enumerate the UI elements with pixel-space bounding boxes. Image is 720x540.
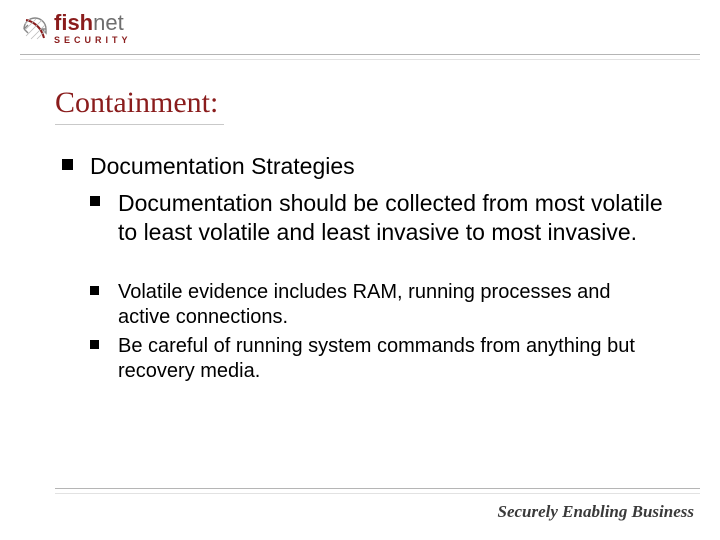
bullet-level2-text: Documentation should be collected from m… xyxy=(118,190,663,245)
bullet-level1-text: Documentation Strategies xyxy=(90,153,355,179)
slide: fishnet SECURITY Containment: Documentat… xyxy=(0,0,720,540)
bullet-level2-text: Volatile evidence includes RAM, running … xyxy=(118,281,611,328)
bullet-level2: Be careful of running system commands fr… xyxy=(90,334,665,384)
logo-subtext: SECURITY xyxy=(54,36,132,45)
footer-divider xyxy=(55,488,700,494)
bullet-level1: Documentation Strategies Documentation s… xyxy=(62,152,665,384)
logo-brand-suffix: net xyxy=(93,10,124,35)
bullet-level2: Documentation should be collected from m… xyxy=(90,189,665,247)
slide-body: Documentation Strategies Documentation s… xyxy=(62,152,665,390)
header-divider xyxy=(20,54,700,60)
fishnet-logo-icon xyxy=(20,14,50,44)
logo-text: fishnet SECURITY xyxy=(54,12,132,45)
logo: fishnet SECURITY xyxy=(20,12,132,45)
slide-title: Containment: xyxy=(55,86,224,125)
logo-brand-prefix: fish xyxy=(54,10,93,35)
footer-tagline: Securely Enabling Business xyxy=(498,502,695,522)
logo-brand: fishnet xyxy=(54,12,132,34)
bullet-level2-text: Be careful of running system commands fr… xyxy=(118,335,635,382)
bullet-level2: Volatile evidence includes RAM, running … xyxy=(90,280,665,330)
